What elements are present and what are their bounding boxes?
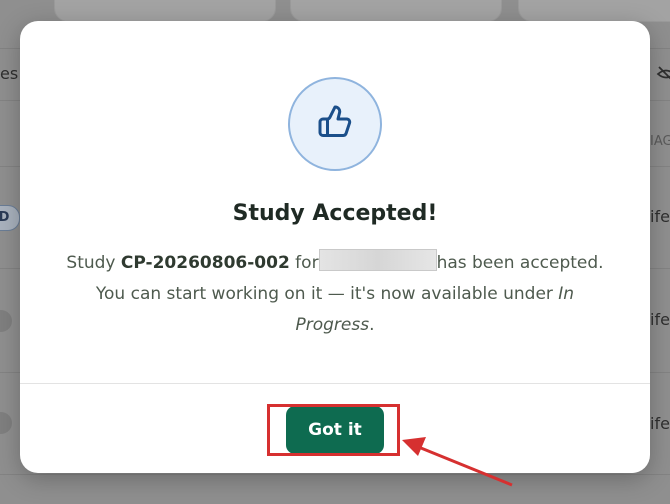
message-suffix: .	[369, 315, 375, 335]
background-card-right	[518, 0, 670, 22]
message-for: for	[289, 253, 319, 273]
background-card-middle	[290, 0, 502, 22]
eye-off-icon	[656, 64, 670, 88]
background-column-header: IAG	[650, 134, 670, 149]
message-prefix: Study	[66, 253, 121, 273]
redacted-name	[318, 249, 437, 271]
screen: es IAG D ife ife ife Study Accepted! Stu…	[0, 0, 670, 504]
background-card-left	[54, 0, 276, 22]
background-row-text: ife	[650, 207, 670, 226]
thumbs-up-badge	[288, 77, 382, 171]
background-avatar	[0, 412, 12, 434]
background-row-text: ife	[650, 310, 670, 329]
background-avatar	[0, 310, 12, 332]
study-id: CP-20260806-002	[120, 253, 290, 273]
annotation-highlight-box	[267, 404, 400, 456]
dialog-footer-divider	[20, 383, 650, 384]
dialog-title: Study Accepted!	[232, 201, 438, 226]
dialog-message: Study CP-20260806-002 for has been accept…	[60, 248, 610, 341]
background-filter-label: es	[0, 64, 19, 83]
background-divider	[0, 474, 670, 475]
background-row-text: ife	[650, 414, 670, 433]
thumbs-up-icon	[317, 104, 353, 144]
background-status-pill: D	[0, 205, 20, 231]
